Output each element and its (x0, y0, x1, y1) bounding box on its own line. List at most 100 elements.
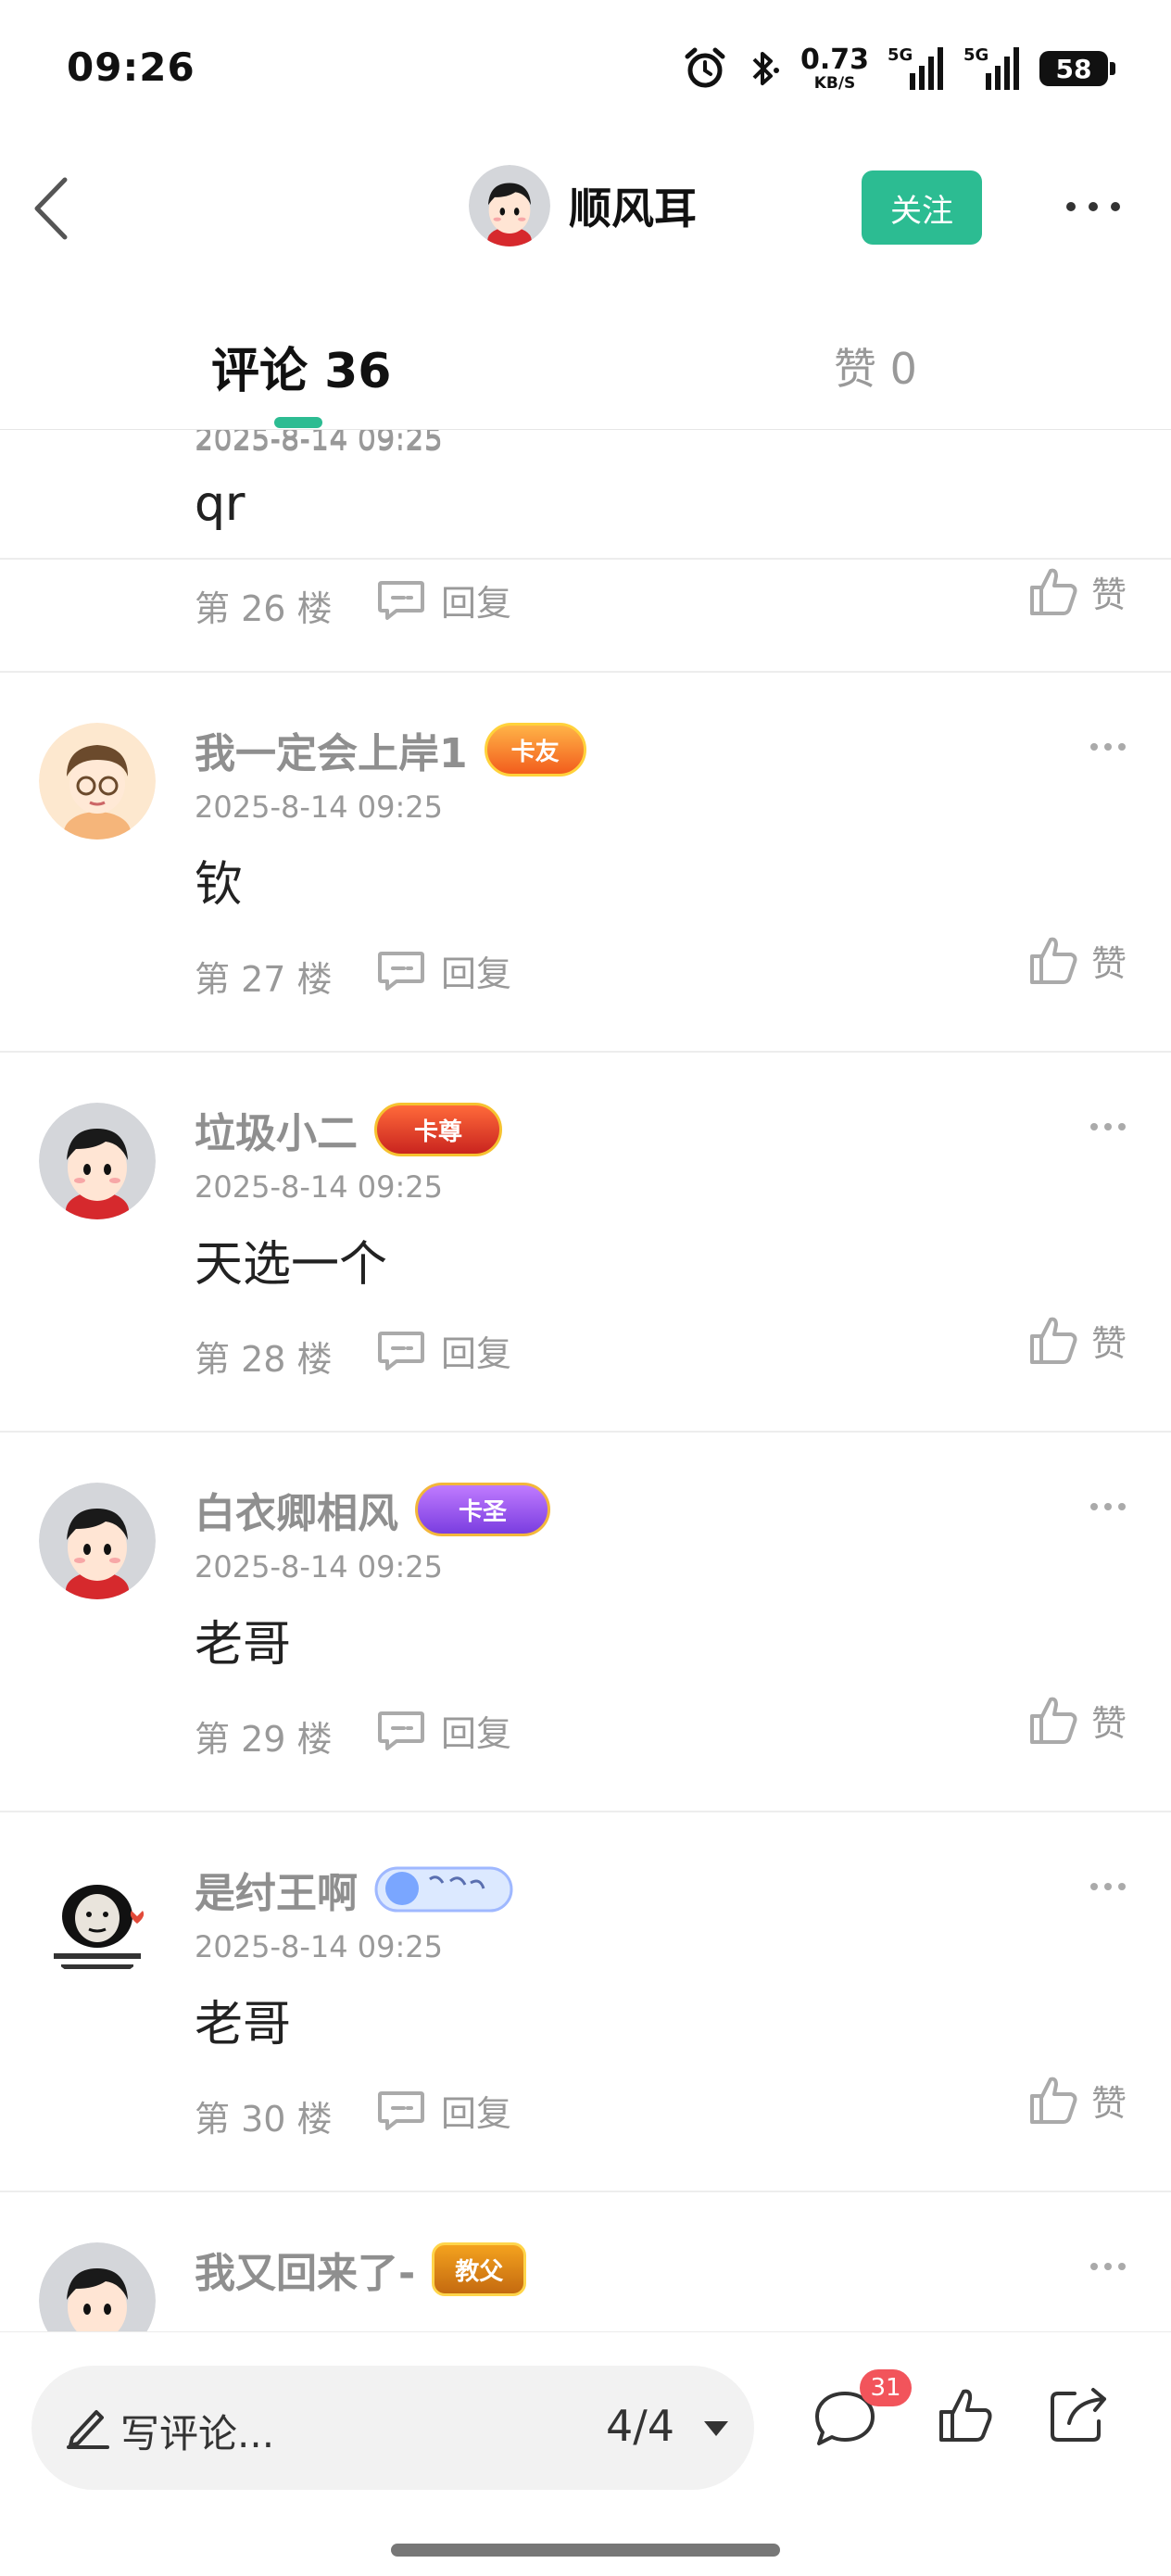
commenter-name[interactable]: 我又回来了- (195, 2240, 415, 2299)
reply-button[interactable]: 回复 (376, 1325, 511, 1376)
commenter-name[interactable]: 白衣卿相风 (195, 1480, 398, 1539)
comment-text-26: qr (195, 476, 246, 532)
commenter-avatar[interactable] (39, 1103, 156, 1219)
thumb-up-icon[interactable] (936, 2386, 995, 2445)
thumb-up-icon (1030, 1697, 1077, 1744)
floor-number: 第 28 楼 (195, 1339, 333, 1380)
more-icon[interactable] (1089, 1501, 1127, 1512)
like-button[interactable]: 赞 (1028, 934, 1127, 986)
signal-bars-icon (910, 47, 943, 90)
like-label: 赞 (1091, 1322, 1127, 1364)
more-icon[interactable] (1089, 1121, 1127, 1132)
reply-button[interactable]: 回复 (376, 1705, 511, 1756)
comment-text: 老哥 (195, 1617, 292, 1673)
reply-label: 回复 (441, 1713, 512, 1754)
like-label: 赞 (1091, 1702, 1127, 1744)
commenter-name[interactable]: 是纣王啊 (195, 1860, 358, 1919)
comment-footer-26: qr 2025-8-14 09:25 第 26 楼 回复 赞 (0, 430, 1171, 673)
reply-icon (378, 951, 424, 991)
reply-icon (378, 1331, 424, 1370)
avatar-cartoon-icon (39, 1483, 156, 1599)
more-icon[interactable] (1089, 2261, 1127, 2272)
network-speed: 0.73 KB/S (800, 43, 869, 93)
write-comment-input[interactable]: 写评论... 4/4 (31, 2366, 754, 2490)
thumb-up-icon (1030, 568, 1077, 615)
commenter-name[interactable]: 垃圾小二 (195, 1100, 358, 1159)
thumb-up-icon (1030, 937, 1077, 984)
commenter-avatar[interactable] (39, 1863, 156, 1979)
comment-item: 是纣王啊 2025-8-14 09:25 老哥 第 30 楼 回复 赞 (0, 1812, 1171, 2192)
reply-button[interactable]: 回复 (376, 575, 511, 625)
home-indicator[interactable] (391, 2544, 780, 2557)
like-label: 赞 (1091, 574, 1127, 615)
author-avatar[interactable] (469, 165, 550, 246)
top-navigation: 顺风耳 关注 (0, 139, 1171, 278)
share-icon[interactable] (1047, 2386, 1112, 2445)
comment-date-26: 2025-8-14 09:25 (195, 430, 443, 456)
battery-level: 58 (1055, 53, 1092, 84)
caret-down-icon[interactable] (702, 2419, 730, 2438)
reply-label: 回复 (441, 2093, 512, 2134)
comment-text: 天选一个 (195, 1237, 388, 1293)
status-icons: 0.73 KB/S 5G 5G 58 (684, 43, 1115, 95)
commenter-name-row: 我一定会上岸1 卡友 (195, 717, 586, 782)
commenter-avatar[interactable] (39, 723, 156, 840)
comment-item: 白衣卿相风 卡圣 2025-8-14 09:25 老哥 第 29 楼 回复 赞 (0, 1433, 1171, 1812)
reply-button[interactable]: 回复 (376, 945, 511, 996)
comment-date: 2025-8-14 09:25 (195, 1169, 443, 1205)
more-icon[interactable] (1089, 1881, 1127, 1892)
like-button[interactable]: 赞 (1028, 1694, 1127, 1746)
status-bar: 09:26 0.73 KB/S 5G 5G 58 (0, 0, 1171, 139)
commenter-avatar[interactable] (39, 1483, 156, 1599)
page-indicator[interactable]: 4/4 (606, 2401, 674, 2451)
floor-number: 第 26 楼 (195, 588, 333, 629)
tab-comments[interactable]: 评论 36 (211, 332, 391, 401)
reply-label: 回复 (441, 1333, 512, 1374)
avatar-cartoon-icon (39, 2242, 156, 2331)
follow-button[interactable]: 关注 (862, 170, 982, 245)
comment-list[interactable]: 2025-8-14 09:25 qr qr 2025-8-14 09:25 第 … (0, 430, 1171, 2331)
floor-number: 第 29 楼 (195, 1719, 333, 1760)
like-label: 赞 (1091, 942, 1127, 984)
avatar-meme-icon (39, 1863, 156, 1979)
comment-text: 老哥 (195, 1997, 292, 2052)
write-comment-placeholder: 写评论... (120, 2411, 275, 2456)
signal-indicator-1: 5G (888, 45, 945, 92)
comment-item: 我一定会上岸1 卡友 2025-8-14 09:25 钦 第 27 楼 回复 赞 (0, 673, 1171, 1053)
reply-icon (378, 2090, 424, 2130)
like-button[interactable]: 赞 (1028, 1314, 1127, 1366)
floor-number: 第 27 楼 (195, 959, 333, 1000)
emperor-badge-icon (374, 1866, 513, 1913)
tab-likes[interactable]: 赞 0 (834, 335, 917, 397)
reply-button[interactable]: 回复 (376, 2085, 511, 2136)
commenter-name-row: 白衣卿相风 卡圣 (195, 1477, 551, 1542)
network-speed-unit: KB/S (813, 73, 856, 93)
like-label: 赞 (1091, 2082, 1127, 2124)
author-info[interactable]: 顺风耳 (469, 165, 697, 246)
avatar-cartoon-icon (39, 1103, 156, 1219)
commenter-name[interactable]: 我一定会上岸1 (195, 720, 468, 779)
user-level-badge: 卡圣 (415, 1483, 551, 1536)
avatar-glasses-boy-icon (39, 723, 156, 840)
signal-bars-icon (986, 47, 1019, 90)
user-level-badge: 卡友 (484, 723, 586, 777)
bottom-action-bar: 写评论... 4/4 31 (0, 2331, 1171, 2576)
commenter-name-row: 垃圾小二 卡尊 (195, 1097, 503, 1162)
comment-date: 2025-8-14 09:25 (195, 1929, 443, 1964)
back-icon[interactable] (28, 174, 74, 243)
more-icon[interactable] (1089, 741, 1127, 752)
comment-date: 2025-8-14 09:25 (195, 789, 443, 825)
reply-icon (378, 580, 424, 620)
battery-indicator: 58 (1039, 51, 1115, 86)
more-icon[interactable] (1064, 193, 1123, 221)
comment-item: 垃圾小二 卡尊 2025-8-14 09:25 天选一个 第 28 楼 回复 赞 (0, 1053, 1171, 1433)
like-button[interactable]: 赞 (1028, 2074, 1127, 2126)
thumb-up-icon (1030, 2077, 1077, 2124)
tab-bar: 评论 36 赞 0 (0, 278, 1171, 430)
commenter-name-row: 是纣王啊 (195, 1857, 513, 1922)
active-tab-indicator (274, 417, 322, 428)
reply-icon (378, 1711, 424, 1750)
network-speed-value: 0.73 (800, 43, 869, 76)
commenter-avatar[interactable] (39, 2242, 156, 2331)
like-button[interactable]: 赞 (1028, 565, 1127, 617)
